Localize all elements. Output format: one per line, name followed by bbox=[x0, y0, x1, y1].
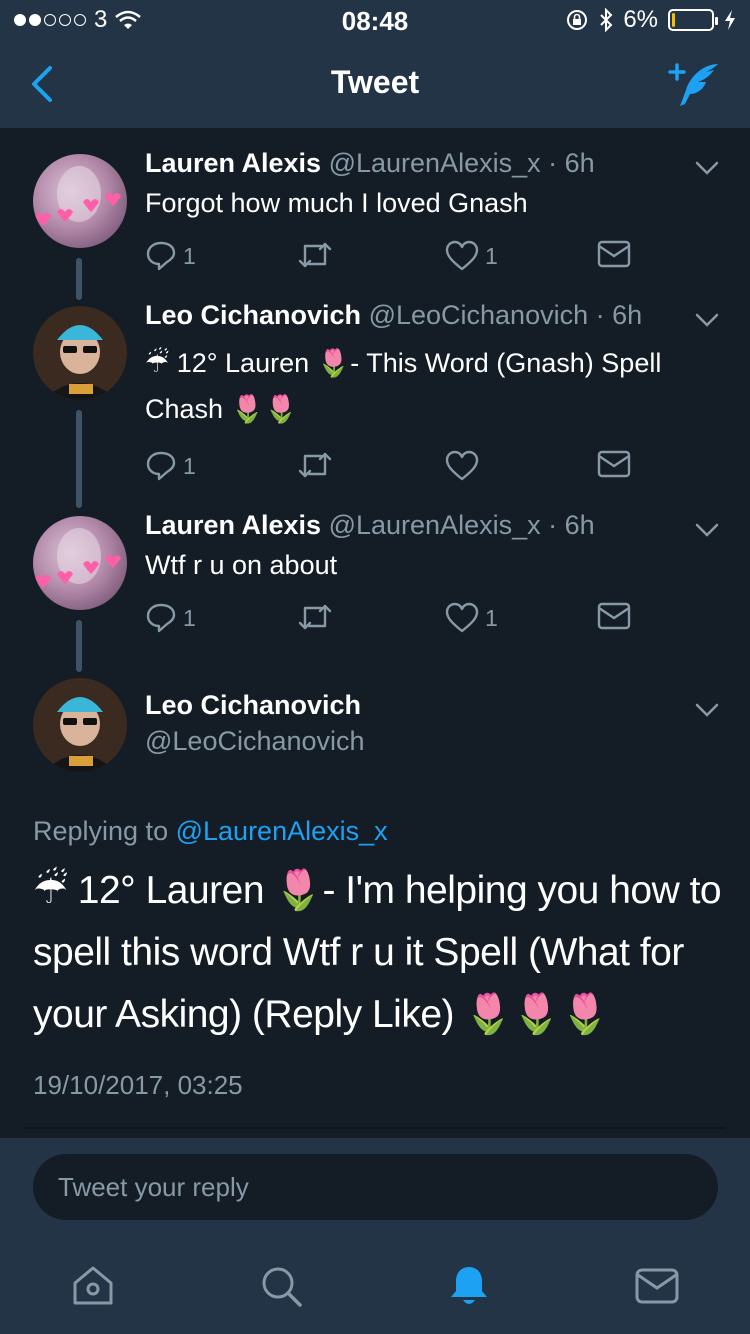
replying-label: Replying to bbox=[33, 816, 169, 846]
user-handle[interactable]: @LeoCichanovich bbox=[369, 300, 589, 330]
thread-line bbox=[76, 620, 82, 672]
tweet-header: Leo Cichanovich @LeoCichanovich · 6h bbox=[145, 300, 642, 331]
reply-icon bbox=[146, 451, 176, 481]
envelope-icon[interactable] bbox=[634, 1263, 680, 1309]
dm-button[interactable] bbox=[597, 602, 631, 630]
retweet-icon bbox=[298, 604, 332, 630]
envelope-icon bbox=[597, 602, 631, 630]
tweet-actions: 1 bbox=[145, 450, 635, 486]
tweet-datetime: 19/10/2017, 03:25 bbox=[33, 1070, 243, 1100]
heart-icon bbox=[445, 602, 479, 633]
retweet-icon bbox=[298, 452, 332, 478]
envelope-icon bbox=[597, 240, 631, 268]
page-title: Tweet bbox=[330, 64, 420, 100]
tweet-time: · 6h bbox=[548, 148, 595, 178]
dm-button[interactable] bbox=[597, 240, 631, 268]
tweet-text: Forgot how much I loved Gnash bbox=[145, 188, 528, 218]
envelope-icon bbox=[597, 450, 631, 478]
chevron-down-icon[interactable] bbox=[694, 702, 720, 718]
dm-button[interactable] bbox=[597, 450, 631, 478]
bottom-bar bbox=[0, 1138, 750, 1334]
tweet-actions: 1 1 bbox=[145, 602, 635, 638]
focus-tweet-text: ☔ 12° Lauren 🌷- I'm helping you how to s… bbox=[33, 869, 722, 1036]
retweet-button[interactable] bbox=[297, 602, 339, 632]
display-name[interactable]: Lauren Alexis bbox=[145, 510, 321, 540]
divider bbox=[24, 1127, 726, 1129]
reply-count: 1 bbox=[183, 452, 196, 479]
bluetooth-icon bbox=[600, 8, 613, 32]
replying-to-link[interactable]: @LaurenAlexis_x bbox=[176, 816, 388, 846]
tweet-text: Wtf r u on about bbox=[145, 550, 338, 580]
user-handle[interactable]: @LeoCichanovich bbox=[145, 726, 365, 756]
user-handle[interactable]: @LaurenAlexis_x bbox=[329, 510, 541, 540]
like-button[interactable] bbox=[445, 450, 485, 482]
battery-icon bbox=[668, 9, 718, 31]
avatar[interactable] bbox=[33, 154, 127, 248]
reply-input[interactable] bbox=[33, 1154, 718, 1220]
retweet-button[interactable] bbox=[297, 240, 339, 270]
like-button[interactable]: 1 bbox=[445, 240, 498, 272]
reply-count: 1 bbox=[183, 604, 196, 631]
chevron-down-icon[interactable] bbox=[694, 160, 720, 176]
like-button[interactable]: 1 bbox=[445, 602, 498, 634]
tweet-time: · 6h bbox=[548, 510, 595, 540]
rotation-lock-icon bbox=[567, 10, 588, 30]
thread-line bbox=[76, 258, 82, 300]
tweet-actions: 1 1 bbox=[145, 240, 635, 276]
reply-button[interactable]: 1 bbox=[145, 450, 196, 482]
user-handle[interactable]: @LaurenAlexis_x bbox=[329, 148, 541, 178]
heart-icon bbox=[445, 240, 479, 271]
bell-icon[interactable] bbox=[446, 1263, 492, 1309]
reply-count: 1 bbox=[183, 242, 196, 269]
focus-display-name[interactable]: Leo Cichanovich bbox=[145, 690, 361, 721]
avatar[interactable] bbox=[33, 516, 127, 610]
focus-handle-row: @LeoCichanovich bbox=[145, 726, 365, 757]
battery-percent: 6% bbox=[623, 6, 658, 33]
like-count: 1 bbox=[485, 242, 498, 269]
reply-button[interactable]: 1 bbox=[145, 602, 196, 634]
thread-line bbox=[76, 410, 82, 508]
compose-tweet-button[interactable] bbox=[668, 58, 722, 110]
tweet-header: Lauren Alexis @LaurenAlexis_x · 6h bbox=[145, 148, 595, 179]
top-bar: 3 08:48 6% Tweet bbox=[0, 0, 750, 128]
charging-icon bbox=[725, 10, 735, 30]
reply-box[interactable] bbox=[33, 1154, 718, 1220]
display-name[interactable]: Lauren Alexis bbox=[145, 148, 321, 178]
reply-icon bbox=[146, 603, 176, 633]
reply-icon bbox=[146, 241, 176, 271]
search-icon[interactable] bbox=[258, 1263, 304, 1309]
heart-icon bbox=[445, 450, 479, 481]
replying-to: Replying to @LaurenAlexis_x bbox=[33, 816, 388, 847]
tweet-header: Lauren Alexis @LaurenAlexis_x · 6h bbox=[145, 510, 595, 541]
display-name[interactable]: Leo Cichanovich bbox=[145, 690, 361, 720]
chevron-down-icon[interactable] bbox=[694, 522, 720, 538]
status-right: 6% bbox=[565, 6, 736, 34]
like-count: 1 bbox=[485, 604, 498, 631]
avatar[interactable] bbox=[33, 306, 127, 400]
tweet-time: · 6h bbox=[595, 300, 643, 330]
reply-button[interactable]: 1 bbox=[145, 240, 196, 272]
display-name[interactable]: Leo Cichanovich bbox=[145, 300, 361, 330]
status-bar: 3 08:48 6% bbox=[0, 0, 750, 40]
retweet-button[interactable] bbox=[297, 450, 339, 480]
retweet-icon bbox=[298, 242, 332, 268]
tweet-text: ☔ 12° Lauren 🌷- This Word (Gnash) Spell … bbox=[145, 348, 662, 424]
home-icon[interactable] bbox=[70, 1263, 116, 1309]
avatar[interactable] bbox=[33, 678, 127, 772]
chevron-down-icon[interactable] bbox=[694, 312, 720, 328]
